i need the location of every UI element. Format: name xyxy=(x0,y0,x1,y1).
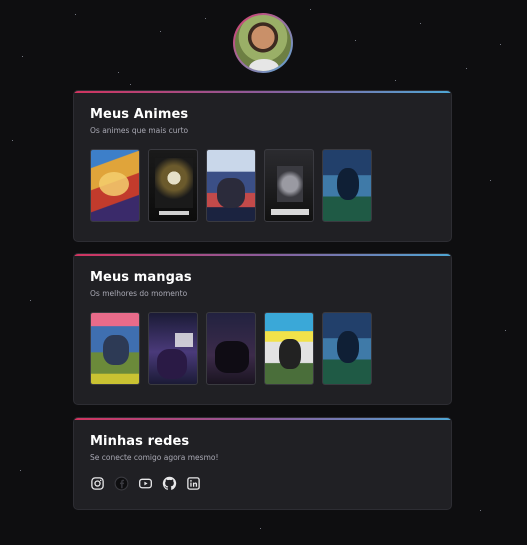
animes-title: Meus Animes xyxy=(90,107,189,122)
mangas-title: Meus mangas xyxy=(90,270,192,285)
overlord-cover[interactable] xyxy=(148,149,198,222)
blue-night-cover[interactable] xyxy=(322,149,372,222)
redes-card: Minhas redes Se conecte comigo agora mes… xyxy=(73,417,452,510)
linkedin-icon[interactable] xyxy=(186,476,201,491)
one-piece-cover[interactable] xyxy=(90,149,140,222)
redes-subtitle: Se conecte comigo agora mesmo! xyxy=(90,453,219,462)
facebook-icon[interactable] xyxy=(114,476,129,491)
animes-card: Meus Animes Os animes que mais curto xyxy=(73,90,452,242)
animes-subtitle: Os animes que mais curto xyxy=(90,126,189,135)
demon-slayer-cover[interactable] xyxy=(206,149,256,222)
blue-night-cover[interactable] xyxy=(322,312,372,385)
shangri-la-frontier-cover[interactable] xyxy=(264,312,314,385)
redes-title: Minhas redes xyxy=(90,434,190,449)
avatar-photo xyxy=(235,15,291,71)
github-icon[interactable] xyxy=(162,476,177,491)
new-gate-cover[interactable] xyxy=(148,312,198,385)
instagram-icon[interactable] xyxy=(90,476,105,491)
profile-avatar xyxy=(233,13,293,73)
mangas-card: Meus mangas Os melhores do momento xyxy=(73,253,452,405)
tokyo-ghoul-cover[interactable] xyxy=(264,149,314,222)
mangas-subtitle: Os melhores do momento xyxy=(90,289,188,298)
youtube-icon[interactable] xyxy=(138,476,153,491)
shaman-king-cover[interactable] xyxy=(90,312,140,385)
night-party-cover[interactable] xyxy=(206,312,256,385)
